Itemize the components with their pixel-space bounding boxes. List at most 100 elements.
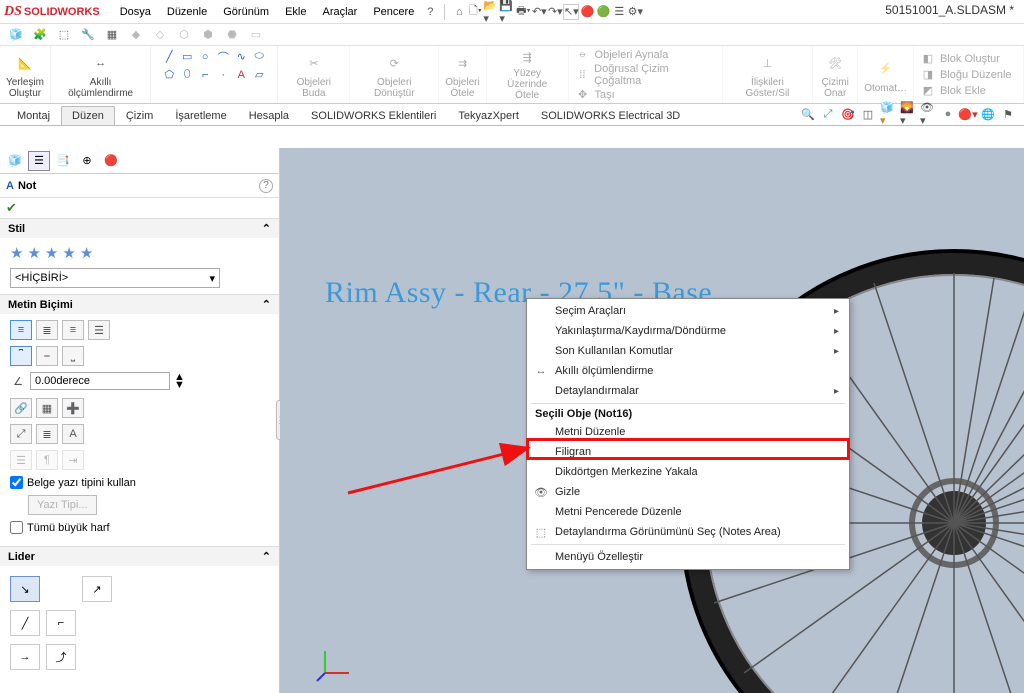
vi-fit-icon[interactable]: ⤢ xyxy=(820,106,836,122)
qt-2[interactable]: 🧩 xyxy=(32,27,48,43)
pm-help-icon[interactable]: ? xyxy=(259,179,273,193)
vi-section-icon[interactable]: ◫ xyxy=(860,106,876,122)
ctx-metni-duzenle[interactable]: Metni Düzenle xyxy=(527,422,849,442)
valign-bot-icon[interactable]: ⎵ xyxy=(62,346,84,366)
arc-icon[interactable]: ⌒ xyxy=(215,49,231,65)
para-icon[interactable]: ¶ xyxy=(36,450,58,470)
line-icon[interactable]: ╱ xyxy=(161,49,177,65)
fav-2-icon[interactable]: ★ xyxy=(27,244,40,262)
fm-target-icon[interactable]: ⊕ xyxy=(76,151,98,171)
rg-donustur[interactable]: ⟳ Objeleri Dönüştür xyxy=(350,46,439,103)
rg-otomat[interactable]: ⚡ Otomat… xyxy=(858,46,914,103)
vi-display-icon[interactable]: 🧊▾ xyxy=(880,106,896,122)
move-icon[interactable]: ✥ xyxy=(575,87,591,103)
stack-icon[interactable]: ≣ xyxy=(36,424,58,444)
fm-config-icon[interactable]: 📑 xyxy=(52,151,74,171)
tab-duzen[interactable]: Düzen xyxy=(61,106,115,125)
fm-pm-icon[interactable]: ☰ xyxy=(28,151,50,171)
qt-1[interactable]: 🧊 xyxy=(8,27,24,43)
vi-scene-icon[interactable]: 🌄▾ xyxy=(900,106,916,122)
table-icon[interactable]: ▦ xyxy=(36,398,58,418)
rg-onar[interactable]: 🛠 ÇizimiOnar xyxy=(813,46,858,103)
tab-cizim[interactable]: Çizim xyxy=(115,106,165,125)
vi-flag-icon[interactable]: ⚑ xyxy=(1000,106,1016,122)
qt-4[interactable]: 🔧 xyxy=(80,27,96,43)
circle-icon[interactable]: ○ xyxy=(197,49,213,65)
qt-3[interactable]: ⬚ xyxy=(56,27,72,43)
rebuild-icon[interactable]: 🔴 xyxy=(579,4,595,20)
angle-input[interactable] xyxy=(30,372,170,390)
add-icon[interactable]: ➕ xyxy=(62,398,84,418)
select-icon[interactable]: ↖▾ xyxy=(563,4,579,20)
ctx-akilli-olcum[interactable]: ↔Akıllı ölçümlendirme xyxy=(527,361,849,381)
vi-zoom-icon[interactable]: 🔍 xyxy=(800,106,816,122)
vi-appearance-icon[interactable]: 🔴▾ xyxy=(960,106,976,122)
open-icon[interactable]: 📂▾ xyxy=(483,4,499,20)
tab-electrical[interactable]: SOLIDWORKS Electrical 3D xyxy=(530,106,691,125)
make-block-icon[interactable]: ◧ xyxy=(920,51,936,67)
font-button[interactable]: Yazı Tipi... xyxy=(28,495,97,515)
rg-akilliolcum[interactable]: ↔ Akıllı ölçümlendirme xyxy=(51,46,151,103)
qt-9[interactable]: ⬢ xyxy=(200,27,216,43)
ctx-yakinlastirma[interactable]: Yakınlaştırma/Kaydırma/Döndürme▸ xyxy=(527,321,849,341)
ctx-detaylandirma-gorunum[interactable]: ⬚Detaylandırma Görünümünü Seç (Notes Are… xyxy=(527,522,849,542)
rl-blokekle[interactable]: Blok Ekle xyxy=(940,85,986,97)
rebuild2-icon[interactable]: 🟢 xyxy=(595,4,611,20)
save-icon[interactable]: 💾▾ xyxy=(499,4,515,20)
valign-top-icon[interactable]: ⎴ xyxy=(10,346,32,366)
spline-icon[interactable]: ∿ xyxy=(233,49,249,65)
leader-opt-4[interactable]: ⌐ xyxy=(46,610,76,636)
ctx-metni-pencere[interactable]: Metni Pencerede Düzenle xyxy=(527,502,849,522)
options-icon[interactable]: ☰ xyxy=(611,4,627,20)
sec-head-metin[interactable]: Metin Biçimi⌃ xyxy=(0,295,279,314)
ctx-filigran[interactable]: Filigran xyxy=(527,442,849,462)
view-triad[interactable] xyxy=(315,643,355,683)
fav-1-icon[interactable]: ★ xyxy=(10,244,23,262)
qt-7[interactable]: ◇ xyxy=(152,27,168,43)
redo-icon[interactable]: ↷▾ xyxy=(547,4,563,20)
align-justify-icon[interactable]: ☰ xyxy=(88,320,110,340)
ctx-detaylandirmalar[interactable]: Detaylandırmalar▸ xyxy=(527,381,849,401)
menu-tools[interactable]: Araçlar xyxy=(315,6,366,18)
qt-11[interactable]: ▭ xyxy=(248,27,264,43)
fillet-icon[interactable]: ⌐ xyxy=(197,67,213,83)
vi-eye-icon[interactable]: 👁▾ xyxy=(920,106,936,122)
link-icon[interactable]: 🔗 xyxy=(10,398,32,418)
use-doc-font-checkbox[interactable] xyxy=(10,476,23,489)
rg-iliskiler[interactable]: ⊥ İlişkileri Göster/Sil xyxy=(723,46,814,103)
graphics-area[interactable]: Rim Assy - Rear - 27.5" - Base xyxy=(280,148,1024,693)
tab-tekyaz[interactable]: TekyazXpert xyxy=(447,106,530,125)
sec-head-lider[interactable]: Lider⌃ xyxy=(0,547,279,566)
insert-block-icon[interactable]: ◩ xyxy=(920,83,936,99)
qt-10[interactable]: ⬣ xyxy=(224,27,240,43)
help-icon[interactable]: ? xyxy=(422,4,438,20)
ctx-son-komutlar[interactable]: Son Kullanılan Komutlar▸ xyxy=(527,341,849,361)
tab-hesapla[interactable]: Hesapla xyxy=(238,106,300,125)
leader-opt-1[interactable]: ↘ xyxy=(10,576,40,602)
rl-tasi[interactable]: Taşı xyxy=(595,89,615,101)
tab-icon[interactable]: ⇥ xyxy=(62,450,84,470)
leader-opt-2[interactable]: ↗ xyxy=(82,576,112,602)
tab-montaj[interactable]: Montaj xyxy=(6,106,61,125)
menu-file[interactable]: Dosya xyxy=(112,6,159,18)
undo-icon[interactable]: ↶▾ xyxy=(531,4,547,20)
ctx-dikdortgen[interactable]: Dikdörtgen Merkezine Yakala xyxy=(527,462,849,482)
style-combo[interactable]: <HİÇBİRİ> ▾ xyxy=(10,268,220,288)
new-icon[interactable]: 🗋▾ xyxy=(467,4,483,20)
allcaps-checkbox[interactable] xyxy=(10,521,23,534)
leader-opt-5[interactable]: → xyxy=(10,644,40,670)
text-a-icon[interactable]: A xyxy=(233,67,249,83)
rg-yuzey[interactable]: ⇶ Yüzey ÜzerindeÖtele xyxy=(487,46,569,103)
mirror-icon[interactable]: ⦵ xyxy=(575,47,591,63)
align-left-icon[interactable]: ≡ xyxy=(10,320,32,340)
menu-edit[interactable]: Düzenle xyxy=(159,6,215,18)
fav-5-icon[interactable]: ★ xyxy=(80,244,93,262)
vi-render-icon[interactable]: 🌐 xyxy=(980,106,996,122)
edit-block-icon[interactable]: ◨ xyxy=(920,67,936,83)
leader-opt-6[interactable]: ⤴ xyxy=(46,644,76,670)
list-icon[interactable]: ☰ xyxy=(10,450,32,470)
plane-icon[interactable]: ▱ xyxy=(251,67,267,83)
vi-dot[interactable]: ● xyxy=(940,106,956,122)
leader-opt-3[interactable]: ╱ xyxy=(10,610,40,636)
ctx-gizle[interactable]: 👁Gizle xyxy=(527,482,849,502)
